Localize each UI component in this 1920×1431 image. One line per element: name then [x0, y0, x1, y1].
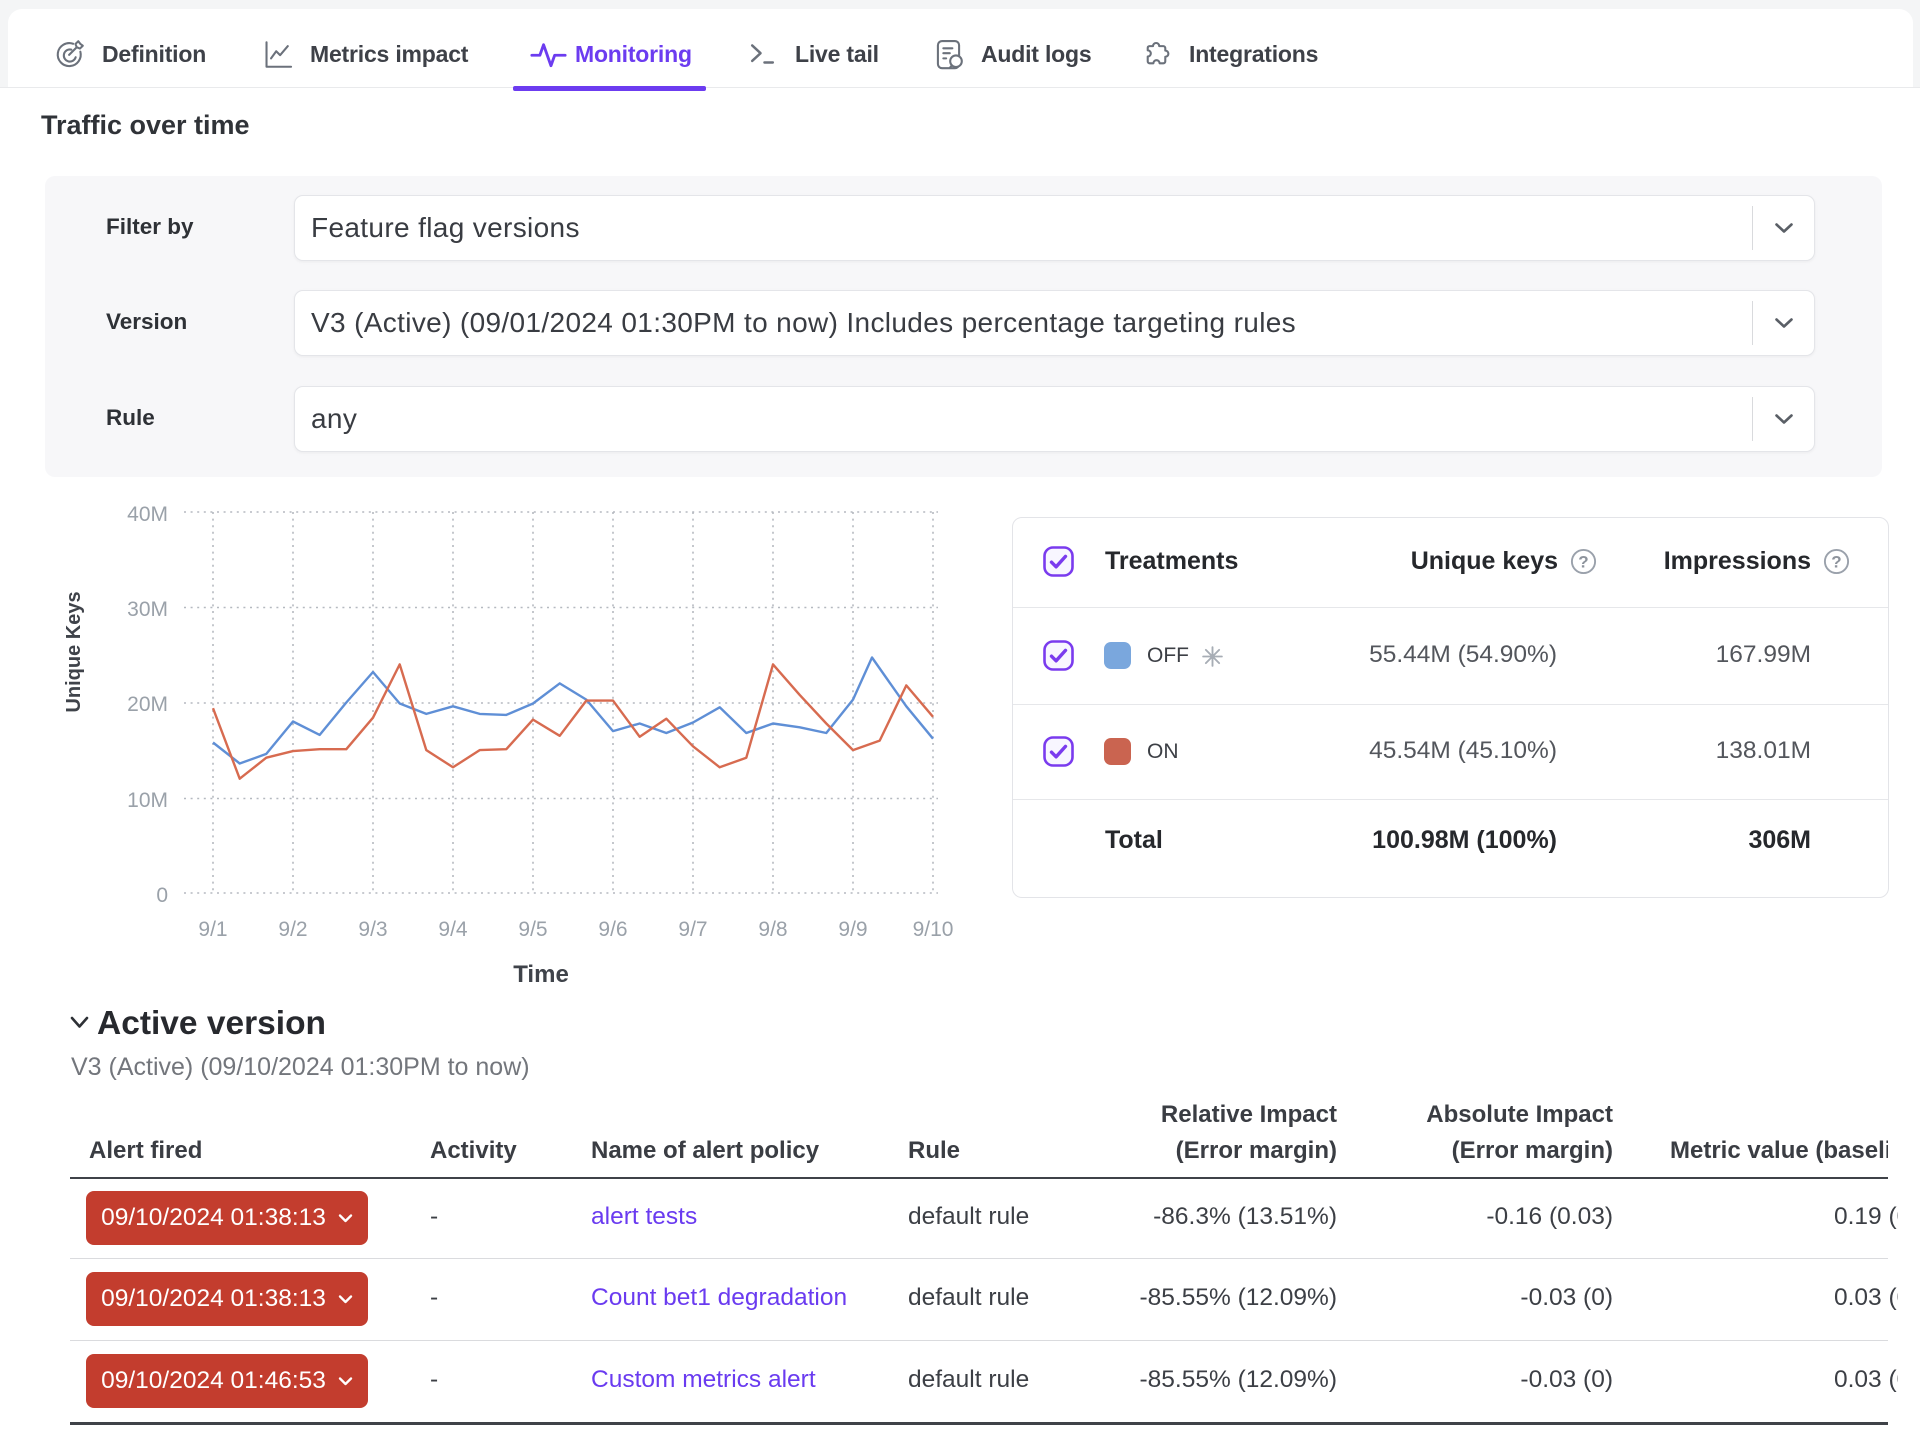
svg-text:?: ? — [1578, 553, 1588, 572]
svg-text:9/9: 9/9 — [838, 918, 867, 941]
svg-text:Time: Time — [513, 961, 569, 988]
svg-text:0: 0 — [156, 884, 168, 907]
svg-text:9/2: 9/2 — [278, 918, 307, 941]
svg-text:9/5: 9/5 — [518, 918, 547, 941]
svg-text:9/6: 9/6 — [598, 918, 627, 941]
svg-text:9/7: 9/7 — [678, 918, 707, 941]
svg-text:30M: 30M — [127, 598, 168, 621]
svg-text:9/4: 9/4 — [438, 918, 468, 941]
svg-text:?: ? — [1831, 553, 1841, 572]
svg-text:20M: 20M — [127, 693, 168, 716]
svg-text:9/1: 9/1 — [198, 918, 227, 941]
svg-text:9/3: 9/3 — [358, 918, 387, 941]
svg-text:Unique Keys: Unique Keys — [63, 591, 85, 712]
svg-text:9/10: 9/10 — [913, 918, 954, 941]
svg-text:10M: 10M — [127, 789, 168, 812]
svg-text:9/8: 9/8 — [758, 918, 787, 941]
svg-text:40M: 40M — [127, 503, 168, 526]
